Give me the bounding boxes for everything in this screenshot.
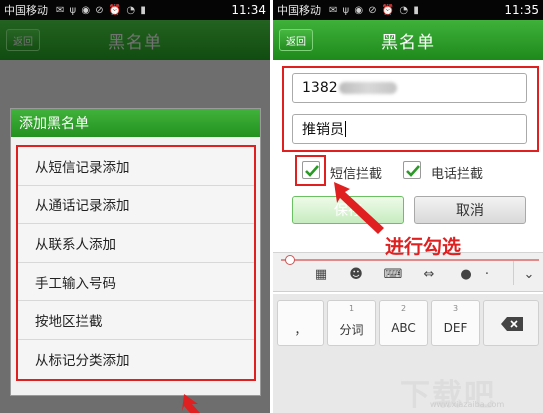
backspace-icon [501,317,523,331]
option-from-calls[interactable]: 从通话记录添加 [18,186,254,225]
redacted-digits [338,82,397,94]
delete-key[interactable] [483,300,539,346]
toolbar-divider [513,261,514,285]
progress-dot[interactable] [285,255,295,265]
key-comma[interactable]: ， [277,300,324,346]
back-button[interactable]: 返回 [6,29,40,51]
checkmark-icon [406,165,420,177]
key-number: 3 [452,304,459,313]
carrier-label: 中国移动 [4,4,48,17]
call-block-label: 电话拦截 [431,167,484,182]
option-from-tags[interactable]: 从标记分类添加 [18,340,254,379]
name-input[interactable]: 推销员 [292,114,527,144]
emoji-icon[interactable]: ☻ [348,267,364,282]
grid-icon[interactable]: ▦ [313,267,329,282]
clock: 11:35 [504,3,539,17]
cursor-move-icon[interactable]: ⇔ [421,267,437,282]
option-from-sms[interactable]: 从短信记录添加 [18,147,254,186]
page-title: 黑名单 [381,32,435,53]
key-label: ABC [391,321,416,335]
phone-number-value: 1382 [302,80,338,96]
progress-line [281,259,539,261]
sms-block-checkbox[interactable] [302,161,320,179]
name-value: 推销员 [302,122,344,138]
option-manual-input[interactable]: 手工输入号码 [18,263,254,302]
option-from-contacts[interactable]: 从联系人添加 [18,224,254,263]
text-cursor [345,121,346,137]
block-options-row: 短信拦截 电话拦截 [273,157,543,185]
key-1-segment[interactable]: 1 分词 [327,300,376,346]
dialog-title: 添加黑名单 [11,109,260,137]
clock: 11:34 [231,3,266,17]
key-label: DEF [443,321,468,335]
annotation-text: 进行勾选 [385,236,462,258]
dialog-options-list: 从短信记录添加 从通话记录添加 从联系人添加 手工输入号码 按地区拦截 从标记分… [16,145,256,381]
key-label: ， [294,323,307,337]
right-screen: 中国移动 ✉ ψ ◉ ⊘ ⏰ ◔ ▮ 11:35 返回 黑名单 1382 推销员… [273,0,543,413]
annotation-arrow-icon [182,394,200,413]
phone-number-input[interactable]: 1382 [292,73,527,103]
keyboard-icon[interactable]: ⌨ [384,267,403,282]
page-title: 黑名单 [108,32,162,53]
watermark-url: www.xiazaiba.com [430,400,505,409]
key-label: 分词 [339,323,364,337]
checkmark-icon [305,165,319,177]
status-bar: 中国移动 ✉ ψ ◉ ⊘ ⏰ ◔ ▮ 11:34 [0,0,270,20]
more-dot-icon: · [484,266,490,282]
left-screen: 中国移动 ✉ ψ ◉ ⊘ ⏰ ◔ ▮ 11:34 返回 黑名单 添加黑名单 从短… [0,0,270,413]
key-3-def[interactable]: 3 DEF [431,300,480,346]
status-bar: 中国移动 ✉ ψ ◉ ⊘ ⏰ ◔ ▮ 11:35 [273,0,543,20]
key-2-abc[interactable]: 2 ABC [379,300,428,346]
add-blacklist-dialog: 添加黑名单 从短信记录添加 从通话记录添加 从联系人添加 手工输入号码 按地区拦… [10,108,261,396]
title-bar: 返回 黑名单 [273,20,543,60]
carrier-label: 中国移动 [277,4,321,17]
back-button[interactable]: 返回 [279,29,313,51]
cancel-button[interactable]: 取消 [414,196,526,224]
status-icons: ✉ ψ ◉ ⊘ ⏰ ◔ ▮ [56,4,147,16]
call-block-checkbox[interactable] [403,161,421,179]
option-by-region[interactable]: 按地区拦截 [18,301,254,340]
microphone-icon[interactable]: ● [458,267,474,282]
title-bar: 返回 黑名单 [0,20,270,60]
chevron-down-icon[interactable]: ⌄ [521,267,537,282]
key-number: 1 [348,304,355,313]
cancel-button-label: 取消 [456,203,484,219]
status-icons: ✉ ψ ◉ ⊘ ⏰ ◔ ▮ [329,4,420,16]
annotation-arrow-icon [334,182,384,234]
key-number: 2 [400,304,407,313]
